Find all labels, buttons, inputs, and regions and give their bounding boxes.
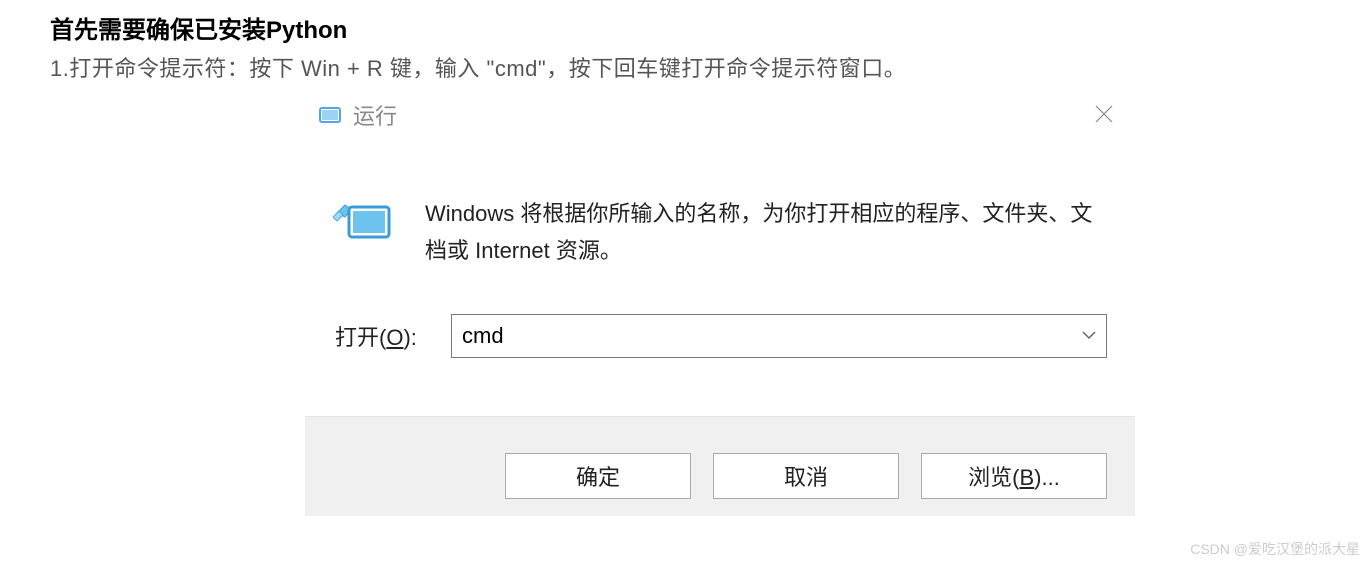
close-icon[interactable] <box>1091 101 1117 127</box>
run-large-icon <box>331 195 393 247</box>
browse-button[interactable]: 浏览(B)... <box>921 453 1107 499</box>
article-heading: 首先需要确保已安装Python <box>50 10 1320 45</box>
watermark: CSDN @爱吃汉堡的派大星 <box>1190 539 1360 559</box>
open-combobox[interactable] <box>451 314 1107 358</box>
dialog-title: 运行 <box>353 99 397 131</box>
run-small-icon <box>319 104 341 126</box>
run-dialog: 运行 Windows 将根据你所输入的名称，为你打开相应的程序、文件夹、文档或 … <box>305 93 1135 516</box>
dialog-footer: 确定 取消 浏览(B)... <box>305 416 1135 516</box>
cancel-button[interactable]: 取消 <box>713 453 899 499</box>
article-instruction: 1.打开命令提示符：按下 Win + R 键，输入 "cmd"，按下回车键打开命… <box>50 51 1320 83</box>
open-input[interactable] <box>451 314 1107 358</box>
ok-button[interactable]: 确定 <box>505 453 691 499</box>
open-label: 打开(O): <box>335 320 435 352</box>
dialog-body: Windows 将根据你所输入的名称，为你打开相应的程序、文件夹、文档或 Int… <box>305 137 1135 270</box>
open-row: 打开(O): <box>305 270 1135 378</box>
dialog-title-bar: 运行 <box>305 93 1135 137</box>
dialog-description: Windows 将根据你所输入的名称，为你打开相应的程序、文件夹、文档或 Int… <box>425 195 1095 270</box>
